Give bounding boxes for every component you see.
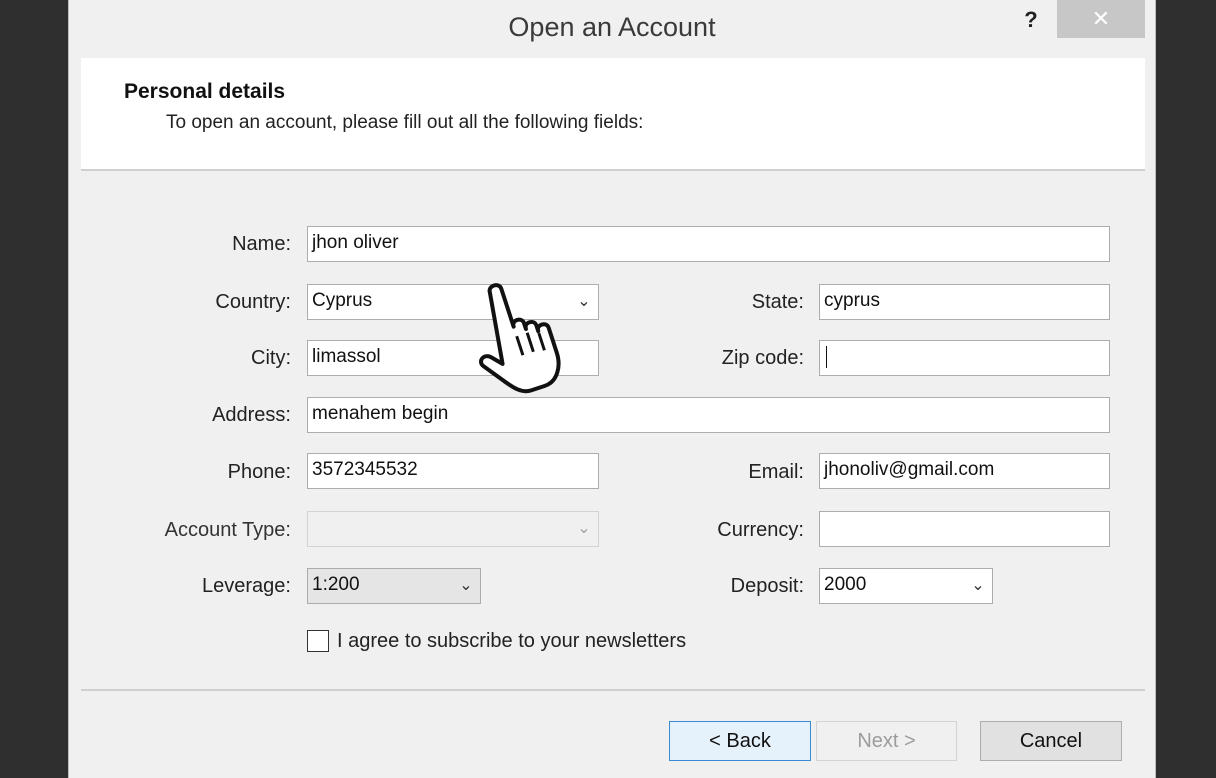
close-icon: ✕	[1091, 6, 1111, 31]
name-input[interactable]: jhon oliver	[307, 226, 1110, 262]
country-label: Country:	[215, 291, 291, 313]
deposit-value: 2000	[824, 574, 867, 595]
section-title: Personal details	[124, 80, 286, 103]
chevron-down-icon: ⌄	[459, 577, 473, 594]
email-input[interactable]: jhonoliv@gmail.com	[819, 453, 1110, 489]
newsletter-label[interactable]: I agree to subscribe to your newsletters	[337, 630, 686, 653]
cancel-button[interactable]: Cancel	[980, 721, 1122, 761]
close-button[interactable]: ✕	[1057, 0, 1145, 38]
deposit-select[interactable]: 2000 ⌄	[819, 568, 993, 604]
currency-input[interactable]	[819, 511, 1110, 547]
leverage-value: 1:200	[312, 574, 360, 595]
currency-label: Currency:	[717, 519, 804, 541]
hand-pointer-icon	[479, 283, 561, 394]
footer-divider	[81, 689, 1145, 691]
email-label: Email:	[748, 461, 804, 483]
account-type-label: Account Type:	[164, 519, 291, 541]
header-panel: Personal details To open an account, ple…	[81, 58, 1145, 171]
deposit-label: Deposit:	[730, 575, 804, 597]
help-button[interactable]: ?	[1019, 6, 1043, 34]
account-type-select[interactable]: ⌄	[307, 511, 599, 547]
next-button[interactable]: Next >	[816, 721, 957, 761]
name-label: Name:	[232, 233, 291, 255]
title-bar: Open an Account ? ✕	[69, 0, 1155, 58]
zip-label: Zip code:	[721, 347, 804, 369]
chevron-down-icon: ⌄	[971, 577, 985, 594]
leverage-label: Leverage:	[202, 575, 291, 597]
leverage-select[interactable]: 1:200 ⌄	[307, 568, 481, 604]
phone-label: Phone:	[227, 461, 291, 483]
address-label: Address:	[212, 404, 291, 426]
window-title: Open an Account	[508, 12, 716, 42]
phone-input[interactable]: 3572345532	[307, 453, 599, 489]
text-caret	[826, 346, 827, 368]
city-label: City:	[251, 347, 291, 369]
state-input[interactable]: cyprus	[819, 284, 1110, 320]
back-button[interactable]: < Back	[669, 721, 811, 761]
zip-input[interactable]	[819, 340, 1110, 376]
address-input[interactable]: menahem begin	[307, 397, 1110, 433]
chevron-down-icon: ⌄	[577, 520, 591, 537]
country-value: Cyprus	[312, 290, 373, 311]
section-subtitle: To open an account, please fill out all …	[166, 112, 644, 133]
newsletter-checkbox[interactable]	[307, 630, 329, 652]
open-account-dialog: Open an Account ? ✕ Personal details To …	[68, 0, 1156, 778]
state-label: State:	[751, 291, 804, 313]
